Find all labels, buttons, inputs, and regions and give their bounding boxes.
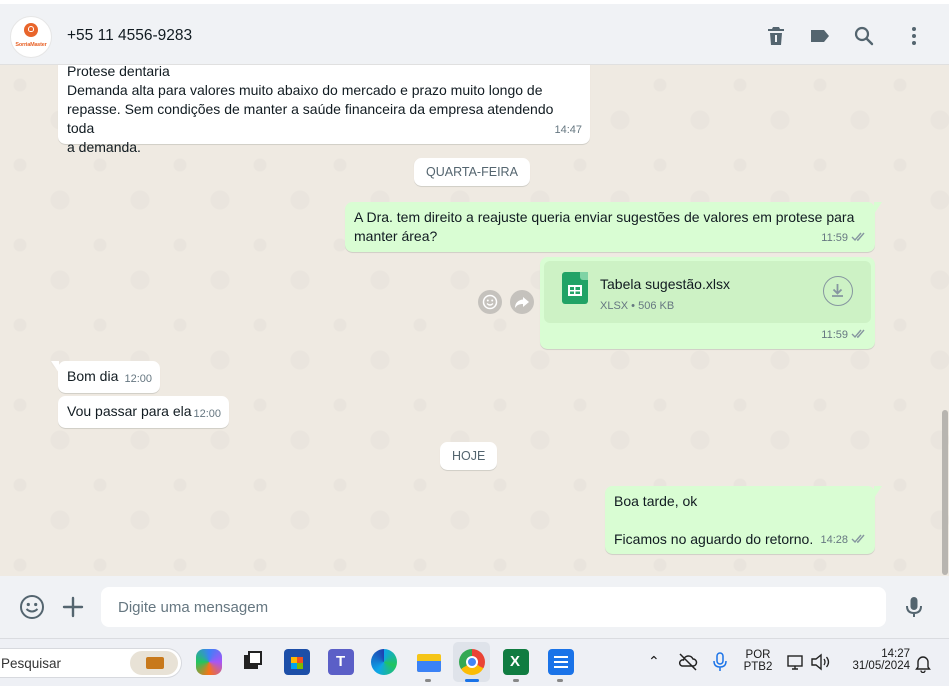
outgoing-file-message[interactable]: Tabela sugestão.xlsx XLSX • 506 KB 11:59	[540, 257, 875, 349]
taskbar-search-placeholder: Pesquisar	[1, 656, 62, 671]
double-check-icon	[851, 329, 865, 339]
forward-icon[interactable]	[510, 290, 534, 314]
message-time: 11:59	[821, 229, 867, 248]
store-icon[interactable]	[284, 649, 310, 675]
file-meta: XLSX • 506 KB	[600, 300, 675, 312]
download-button[interactable]	[823, 276, 853, 306]
clock-date: 31/05/2024	[852, 660, 910, 672]
download-icon	[832, 284, 843, 297]
message-line: repasse. Sem condições de manter a saúde…	[67, 101, 554, 136]
taskbar-search-box[interactable]: Pesquisar	[0, 648, 182, 678]
search-icon[interactable]	[852, 24, 876, 48]
chrome-icon[interactable]	[459, 649, 485, 675]
message-line: a demanda.	[67, 139, 141, 155]
edge-icon[interactable]	[371, 649, 397, 675]
date-divider: QUARTA-FEIRA	[414, 158, 530, 186]
message-line: Bom dia	[67, 368, 119, 384]
message-line: Demanda alta para valores muito abaixo d…	[67, 82, 543, 98]
attach-plus-icon[interactable]	[60, 594, 86, 620]
keyboard-layout: PTB2	[743, 661, 773, 673]
excel-icon[interactable]: X	[503, 649, 529, 675]
emoji-icon[interactable]	[19, 594, 45, 620]
notepad-icon[interactable]	[548, 649, 574, 675]
bubble-tail	[874, 486, 882, 498]
running-indicator	[425, 679, 431, 682]
microphone-tray-icon[interactable]	[710, 651, 730, 673]
message-line: Vou passar para ela	[67, 403, 192, 419]
running-indicator	[557, 679, 563, 682]
incoming-message[interactable]: Vou passar para ela 12:00	[58, 396, 229, 428]
chat-header: SorriaMaster +55 11 4556-9283	[0, 4, 949, 65]
outgoing-message[interactable]: A Dra. tem direito a reajuste queria env…	[345, 202, 882, 252]
message-time: 11:59	[821, 326, 867, 345]
chat-scrollbar[interactable]	[942, 410, 948, 575]
message-time-text: 11:59	[821, 329, 848, 341]
notification-bell-icon[interactable]	[914, 653, 932, 674]
tooth-logo-icon	[24, 23, 38, 37]
cloud-offline-icon[interactable]	[677, 651, 699, 673]
date-divider: HOJE	[440, 442, 498, 470]
running-indicator	[513, 679, 519, 682]
teams-icon[interactable]: T	[328, 649, 354, 675]
incoming-message[interactable]: Bom dia 12:00	[51, 361, 160, 393]
active-indicator	[465, 679, 479, 682]
bubble-tail	[874, 202, 882, 214]
label-icon[interactable]	[808, 24, 832, 48]
task-view-icon[interactable]	[239, 649, 265, 675]
message-time: 14:47	[554, 124, 582, 136]
clock[interactable]: 14:27 31/05/2024	[842, 648, 910, 672]
composer-bar	[0, 576, 949, 638]
file-attachment[interactable]: Tabela sugestão.xlsx XLSX • 506 KB	[544, 261, 871, 323]
menu-icon[interactable]	[902, 24, 926, 48]
react-emoji-icon[interactable]	[478, 290, 502, 314]
message-time-text: 14:28	[820, 534, 848, 546]
spreadsheet-icon	[562, 272, 588, 304]
volume-icon[interactable]	[810, 652, 832, 672]
language-code: POR	[745, 649, 771, 661]
message-time: 12:00	[193, 408, 221, 420]
message-time: 12:00	[124, 373, 152, 385]
file-name: Tabela sugestão.xlsx	[600, 276, 730, 292]
message-line: manter área?	[354, 228, 438, 244]
avatar-logo-text: SorriaMaster	[15, 42, 47, 48]
chat-area[interactable]: Protese dentaria Demanda alta para valor…	[0, 65, 949, 576]
outgoing-message[interactable]: Boa tarde, ok Ficamos no aguardo do reto…	[605, 486, 882, 554]
language-indicator[interactable]: POR PTB2	[743, 649, 773, 673]
double-check-icon	[851, 232, 865, 242]
windows-taskbar: Pesquisar T X ⌃ POR PTB2 14:27 31/05/202…	[0, 638, 949, 686]
message-line: A Dra. tem direito a reajuste queria env…	[354, 209, 855, 225]
file-explorer-icon[interactable]	[416, 649, 442, 675]
message-time: 14:28	[820, 531, 867, 550]
message-line: Protese dentaria	[67, 65, 170, 79]
message-input[interactable]	[101, 587, 886, 627]
bubble-tail	[51, 361, 59, 373]
clock-time: 14:27	[881, 648, 910, 660]
double-check-icon	[851, 534, 865, 544]
contact-avatar[interactable]: SorriaMaster	[10, 16, 52, 58]
contact-name[interactable]: +55 11 4556-9283	[67, 27, 192, 45]
network-icon[interactable]	[786, 652, 806, 672]
incoming-message[interactable]: Protese dentaria Demanda alta para valor…	[58, 65, 590, 155]
message-line-blank	[614, 511, 866, 530]
copilot-icon[interactable]	[196, 649, 222, 675]
microphone-icon[interactable]	[901, 594, 927, 620]
message-time-text: 11:59	[821, 232, 848, 244]
message-line: Boa tarde, ok	[614, 493, 698, 509]
tray-chevron-icon[interactable]: ⌃	[648, 653, 660, 670]
delete-icon[interactable]	[764, 24, 788, 48]
search-highlight-icon	[130, 651, 178, 675]
